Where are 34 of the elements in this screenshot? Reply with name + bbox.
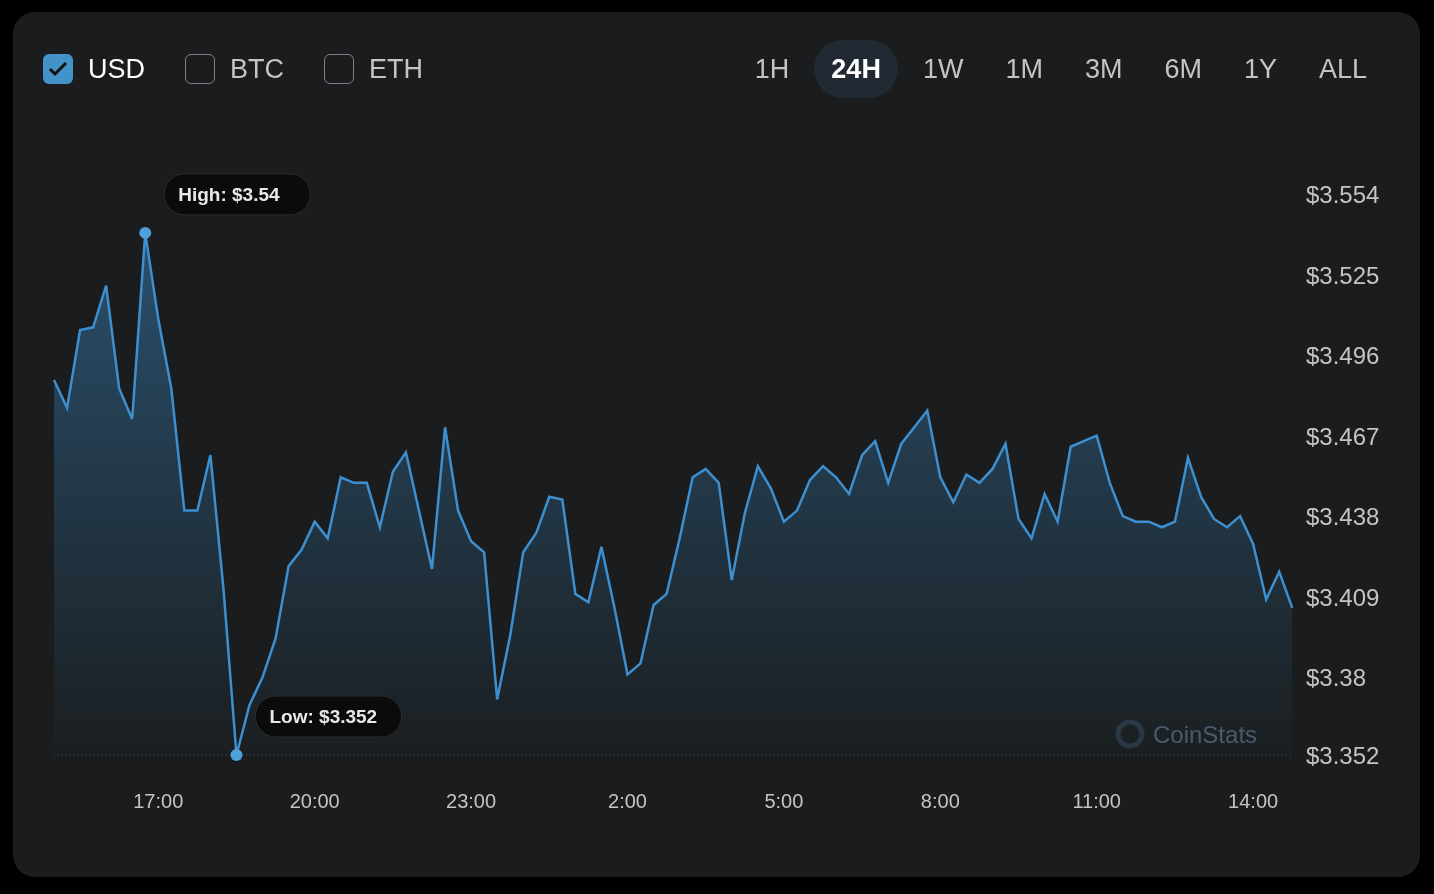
range-tab[interactable]: 1H: [737, 40, 807, 98]
range-tab[interactable]: 6M: [1147, 40, 1219, 98]
axis-label: $3.554: [1306, 181, 1380, 208]
axis-label: 11:00: [1072, 790, 1121, 812]
checkbox-icon: [185, 54, 215, 84]
checkbox-icon: [324, 54, 354, 84]
axis-label: $3.352: [1306, 742, 1380, 769]
checkbox-icon: [43, 54, 73, 84]
axis-label: $3.409: [1306, 583, 1380, 611]
range-tab[interactable]: 24H: [814, 40, 898, 98]
annotation-label: Low: $3.352: [269, 706, 378, 727]
range-tab[interactable]: ALL: [1301, 40, 1384, 98]
axis-label: 2:00: [608, 790, 647, 812]
currency-checkbox[interactable]: USD: [43, 53, 145, 85]
range-tab[interactable]: 1W: [905, 40, 981, 98]
range-tab[interactable]: 1Y: [1226, 40, 1294, 98]
axis-label: $3.467: [1306, 422, 1380, 450]
marker-dot: [230, 749, 243, 761]
axis-label: 14:00: [1228, 790, 1279, 812]
annotation-label: High: $3.54: [178, 183, 280, 205]
axis-label: $3.496: [1306, 342, 1380, 370]
currency-checkbox[interactable]: BTC: [185, 53, 284, 85]
axis-label: 20:00: [289, 790, 340, 812]
axis-label: 23:00: [446, 790, 497, 812]
axis-label: 17:00: [133, 790, 184, 812]
range-tab[interactable]: 3M: [1067, 40, 1140, 98]
axis-label: $3.525: [1306, 261, 1380, 289]
currency-checkbox[interactable]: ETH: [324, 53, 423, 85]
axis-label: 5:00: [764, 790, 804, 812]
axis-label: $3.38: [1306, 664, 1367, 692]
axis-label: $3.438: [1306, 503, 1380, 531]
axis-label: 8:00: [920, 790, 960, 812]
range-tab[interactable]: 1M: [988, 40, 1060, 98]
marker-dot: [139, 226, 152, 239]
